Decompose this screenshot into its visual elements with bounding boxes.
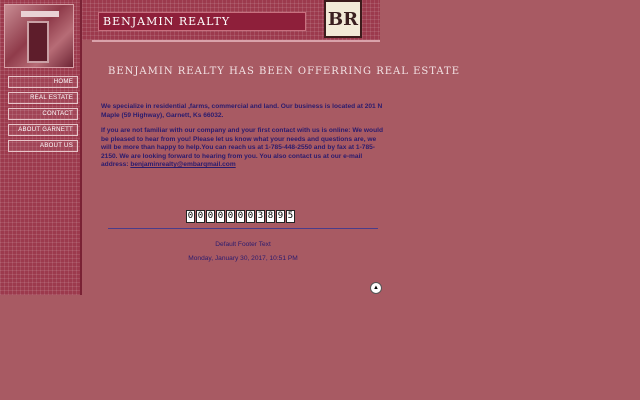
- logo-monogram: BR: [327, 8, 359, 30]
- footer-text: Default Footer Text: [215, 241, 271, 248]
- main-nav: Home Real Estate Contact About Garnett A…: [8, 76, 80, 156]
- counter-digit: 0: [216, 210, 225, 223]
- counter-digit: 0: [206, 210, 215, 223]
- left-sidebar: Home Real Estate Contact About Garnett A…: [0, 0, 82, 295]
- br-logo[interactable]: BR: [324, 0, 362, 38]
- header-divider: [92, 40, 380, 42]
- nav-home-button[interactable]: Home: [8, 76, 78, 88]
- counter-digit: 3: [256, 210, 265, 223]
- counter-digit: 8: [266, 210, 275, 223]
- page-tagline: Benjamin Realty has been offerring real …: [108, 66, 461, 77]
- contact-paragraph: If you are not familiar with our company…: [101, 127, 383, 170]
- storefront-photo: [4, 4, 74, 68]
- nav-contact-button[interactable]: Contact: [8, 108, 78, 120]
- email-link[interactable]: benjaminrealty@embarqmail.com: [130, 161, 235, 168]
- footer-divider: [108, 228, 378, 229]
- counter-digit: 0: [226, 210, 235, 223]
- main-content: We specialize in residential ,farms, com…: [101, 103, 383, 177]
- counter-digit: 9: [276, 210, 285, 223]
- storefront-door: [27, 21, 49, 63]
- footer-date: Monday, January 30, 2017, 10:51 PM: [188, 255, 298, 262]
- site-title-bar: Benjamin Realty: [98, 12, 306, 31]
- counter-digit: 0: [196, 210, 205, 223]
- nav-about-garnett-button[interactable]: About Garnett: [8, 124, 78, 136]
- intro-paragraph: We specialize in residential ,farms, com…: [101, 103, 383, 119]
- counter-digit: 0: [246, 210, 255, 223]
- scroll-to-top-button[interactable]: ▲: [370, 282, 382, 294]
- up-arrow-icon: ▲: [373, 285, 379, 291]
- nav-about-us-button[interactable]: About Us: [8, 140, 78, 152]
- counter-digit: 0: [186, 210, 195, 223]
- counter-digit: 0: [236, 210, 245, 223]
- counter-digit: 5: [286, 210, 295, 223]
- site-title: Benjamin Realty: [103, 15, 231, 28]
- nav-real-estate-button[interactable]: Real Estate: [8, 92, 78, 104]
- hit-counter: 0 0 0 0 0 0 0 3 8 9 5: [186, 210, 296, 223]
- storefront-sign: [21, 11, 59, 17]
